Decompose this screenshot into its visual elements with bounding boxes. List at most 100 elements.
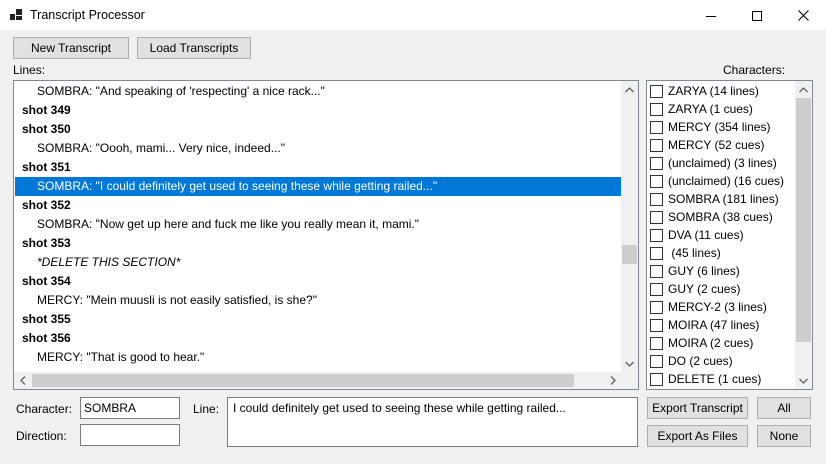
line-row[interactable]: MERCY: "That is good to hear." [15, 348, 622, 367]
line-row[interactable]: SOMBRA: "Now get up here and fuck me lik… [15, 215, 622, 234]
maximize-button[interactable] [734, 0, 780, 31]
shot-row[interactable]: shot 349 [15, 101, 622, 120]
minimize-icon [706, 15, 716, 17]
character-item[interactable]: MERCY (52 cues) [650, 136, 764, 154]
character-item-label: GUY (2 cues) [668, 282, 741, 296]
select-all-button[interactable]: All [757, 397, 811, 419]
character-item-label: MERCY-2 (3 lines) [668, 300, 767, 314]
character-item[interactable]: GUY (6 lines) [650, 262, 740, 280]
character-item-label: MERCY (52 cues) [668, 138, 765, 152]
characters-scroll-thumb[interactable] [796, 98, 811, 342]
character-item-label: (45 lines) [668, 246, 721, 260]
selected-line-row[interactable]: SOMBRA: "I could definitely get used to … [15, 177, 622, 196]
character-item[interactable]: DO (2 cues) [650, 352, 733, 370]
scrollbar-corner [621, 372, 638, 389]
character-checkbox[interactable] [650, 120, 663, 134]
export-as-files-button[interactable]: Export As Files [647, 425, 748, 447]
close-button[interactable] [780, 0, 826, 31]
lines-vertical-scrollbar[interactable] [621, 81, 638, 372]
direction-field[interactable] [80, 424, 180, 446]
minimize-button[interactable] [688, 0, 734, 31]
scroll-left-arrow-icon[interactable] [14, 372, 31, 389]
character-item-label: ZARYA (14 lines) [668, 84, 759, 98]
scroll-up-arrow-icon[interactable] [621, 81, 638, 98]
scroll-up-arrow-icon[interactable] [795, 81, 812, 98]
character-checkbox[interactable] [650, 192, 663, 206]
character-item-label: MERCY (354 lines) [668, 120, 771, 134]
close-icon [797, 10, 809, 21]
app-window-icon [10, 9, 22, 21]
character-item-label: ZARYA (1 cues) [668, 102, 753, 116]
lines-hscroll-thumb[interactable] [32, 374, 574, 387]
character-item[interactable]: GUY (2 cues) [650, 280, 740, 298]
scroll-right-arrow-icon[interactable] [604, 372, 621, 389]
lines-label: Lines: [13, 63, 46, 77]
shot-row[interactable]: shot 350 [15, 120, 622, 139]
character-checkbox[interactable] [650, 318, 663, 332]
character-item[interactable]: MOIRA (2 cues) [650, 334, 753, 352]
character-checkbox[interactable] [650, 174, 663, 188]
scroll-down-arrow-icon[interactable] [621, 355, 638, 372]
character-checkbox[interactable] [650, 156, 663, 170]
character-item[interactable]: SOMBRA (181 lines) [650, 190, 779, 208]
character-item-label: GUY (6 lines) [668, 264, 740, 278]
character-checkbox[interactable] [650, 354, 663, 368]
character-item[interactable]: ZARYA (14 lines) [650, 82, 759, 100]
new-transcript-button[interactable]: New Transcript [13, 37, 129, 59]
character-checkbox[interactable] [650, 210, 663, 224]
line-label: Line: [193, 402, 220, 416]
character-item[interactable]: MOIRA (47 lines) [650, 316, 759, 334]
shot-row[interactable]: shot 351 [15, 158, 622, 177]
character-checkbox[interactable] [650, 246, 663, 260]
export-transcript-button[interactable]: Export Transcript [647, 397, 748, 419]
characters-vertical-scrollbar[interactable] [795, 81, 812, 389]
character-item[interactable]: (45 lines) [650, 244, 721, 262]
line-row[interactable]: SOMBRA: "Oooh, mami... Very nice, indeed… [15, 139, 622, 158]
shot-row[interactable]: shot 355 [15, 310, 622, 329]
character-checkbox[interactable] [650, 282, 663, 296]
character-item-label: (unclaimed) (16 cues) [668, 174, 785, 188]
character-item-label: MOIRA (2 cues) [668, 336, 754, 350]
character-item-label: SOMBRA (38 cues) [668, 210, 773, 224]
line-row[interactable]: MERCY: "Mein muusli is not easily satisf… [15, 291, 622, 310]
character-item-label: DVA (11 cues) [668, 228, 744, 242]
character-item-label: DELETE (1 cues) [668, 372, 762, 386]
character-item[interactable]: DELETE (1 cues) [650, 370, 761, 388]
select-none-button[interactable]: None [757, 425, 811, 447]
lines-horizontal-scrollbar[interactable] [14, 372, 621, 389]
characters-label: Characters: [723, 63, 786, 77]
character-checkbox[interactable] [650, 300, 663, 314]
character-checkbox[interactable] [650, 138, 663, 152]
character-checkbox[interactable] [650, 102, 663, 116]
character-item[interactable]: DVA (11 cues) [650, 226, 744, 244]
character-field[interactable]: SOMBRA [80, 397, 180, 419]
shot-row[interactable]: shot 353 [15, 234, 622, 253]
lines-list[interactable]: SOMBRA: "And speaking of 'respecting' a … [13, 80, 639, 390]
direction-label: Direction: [16, 429, 67, 443]
character-checkbox[interactable] [650, 84, 663, 98]
characters-list[interactable]: ZARYA (14 lines) ZARYA (1 cues) MERCY (354… [646, 80, 813, 390]
lines-scroll-thumb[interactable] [622, 245, 637, 264]
character-checkbox[interactable] [650, 336, 663, 350]
character-item[interactable]: (unclaimed) (3 lines) [650, 154, 777, 172]
character-item[interactable]: SOMBRA (38 cues) [650, 208, 773, 226]
scroll-down-arrow-icon[interactable] [795, 372, 812, 389]
line-textarea[interactable]: I could definitely get used to seeing th… [227, 397, 638, 447]
character-item[interactable]: ZARYA (1 cues) [650, 100, 753, 118]
line-row[interactable]: *DELETE THIS SECTION* [15, 253, 622, 272]
shot-row[interactable]: shot 356 [15, 329, 622, 348]
character-label: Character: [16, 402, 73, 416]
character-item-label: MOIRA (47 lines) [668, 318, 760, 332]
line-row[interactable]: SOMBRA: "And speaking of 'respecting' a … [15, 82, 622, 101]
maximize-icon [752, 10, 762, 21]
shot-row[interactable]: shot 354 [15, 272, 622, 291]
shot-row[interactable]: shot 352 [15, 196, 622, 215]
load-transcripts-button[interactable]: Load Transcripts [137, 37, 251, 59]
character-checkbox[interactable] [650, 372, 663, 386]
character-checkbox[interactable] [650, 228, 663, 242]
character-checkbox[interactable] [650, 264, 663, 278]
character-item[interactable]: MERCY (354 lines) [650, 118, 770, 136]
character-item[interactable]: MERCY-2 (3 lines) [650, 298, 767, 316]
title-bar: Transcript Processor [0, 0, 826, 31]
character-item[interactable]: (unclaimed) (16 cues) [650, 172, 784, 190]
